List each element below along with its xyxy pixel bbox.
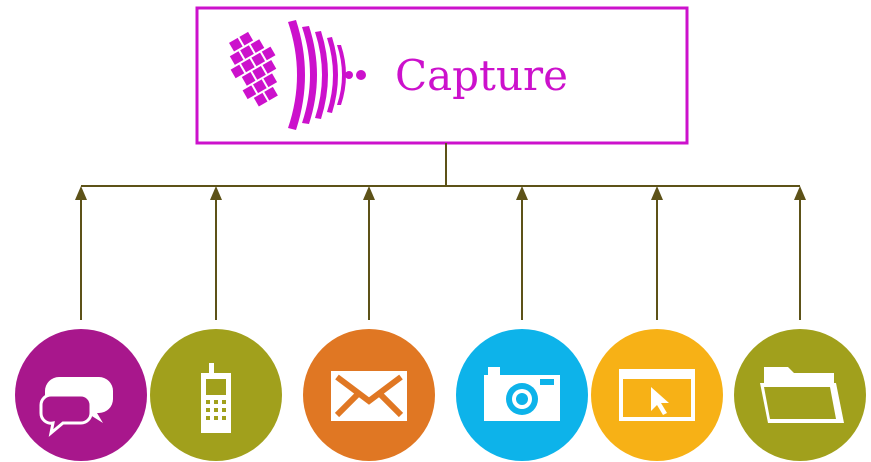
folder-icon bbox=[760, 367, 844, 423]
source-icons bbox=[15, 329, 866, 461]
arrow-head-icon bbox=[363, 186, 375, 200]
connector-lines bbox=[75, 143, 806, 320]
source-files bbox=[734, 329, 866, 461]
source-chat bbox=[15, 329, 147, 461]
camera-icon bbox=[484, 367, 560, 421]
envelope-icon bbox=[331, 371, 407, 421]
arrow-head-icon bbox=[794, 186, 806, 200]
arrow-head-icon bbox=[210, 186, 222, 200]
arrow-head-icon bbox=[75, 186, 87, 200]
capture-diagram: Capture bbox=[15, 6, 866, 461]
capture-title: Capture bbox=[395, 51, 568, 100]
arrow-head-icon bbox=[651, 186, 663, 200]
capture-box: Capture bbox=[195, 6, 689, 145]
arrow-head-icon bbox=[516, 186, 528, 200]
mobile-phone-icon bbox=[201, 363, 231, 433]
source-email bbox=[303, 329, 435, 461]
browser-window-icon bbox=[619, 369, 695, 421]
source-web bbox=[591, 329, 723, 461]
source-mobile bbox=[150, 329, 282, 461]
source-photo bbox=[456, 329, 588, 461]
